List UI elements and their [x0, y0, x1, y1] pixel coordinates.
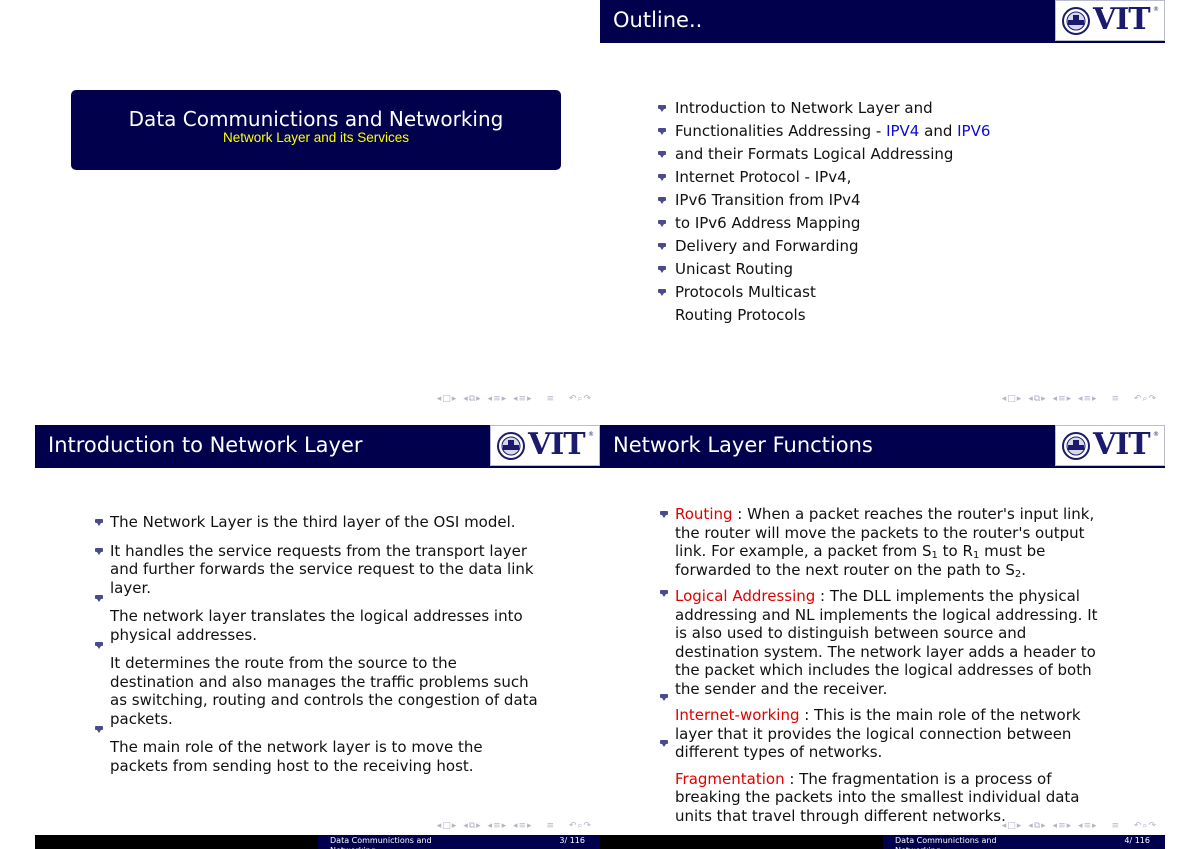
list-item: and their Formats Logical Addressing [658, 144, 990, 167]
list-item: Delivery and Forwarding [658, 236, 990, 259]
footer-title: Data Communictions and Networking [330, 836, 432, 849]
slide-3: Introduction to Network Layer VIT ® The … [35, 405, 600, 849]
toc-icon[interactable]: ≡ [546, 394, 555, 404]
slide-header: Introduction to Network Layer VIT ® [35, 425, 600, 468]
undo-search-redo-icon[interactable]: ↶⌕↷ [1134, 394, 1157, 404]
page-number: 3/ 116 [559, 836, 585, 845]
list-item: to IPv6 Address Mapping [658, 213, 990, 236]
footer: Data Communictions and Networking 3/ 116 [35, 835, 600, 849]
slide-4: Network Layer Functions VIT ® Routing : … [600, 405, 1165, 849]
title-block: Data Communictions and Networking Networ… [71, 90, 561, 170]
slide-2: Outline.. VIT ® Introduction to Network … [600, 0, 1165, 425]
logo-text: VIT [1093, 427, 1151, 462]
list-item: Functionalities Addressing - IPV4 and IP… [658, 121, 990, 144]
footer-title: Data Communictions and Networking [895, 836, 997, 849]
vit-logo: VIT ® [1055, 0, 1165, 41]
frame-nav-icon[interactable]: ◂□▸ [437, 821, 458, 831]
bullet-paragraph: Routing : When a packet reaches the rout… [660, 505, 1100, 579]
vit-seal-icon [1062, 432, 1090, 460]
bullet-icon [660, 590, 668, 597]
bullet-paragraph: It handles the service requests from the… [95, 542, 545, 598]
slide-header: Outline.. VIT ® [600, 0, 1165, 43]
page-number: 4/ 116 [1124, 836, 1150, 845]
frame-nav-icon[interactable]: ◂□▸ [437, 394, 458, 404]
section-nav-icon[interactable]: ◂≡▸ [488, 821, 508, 831]
slide-1: Data Communictions and Networking Networ… [35, 0, 600, 425]
vit-logo: VIT ® [490, 425, 600, 466]
bullet-icon [658, 151, 666, 158]
bullet-paragraph: The network layer translates the logical… [95, 595, 545, 644]
section-nav-icon[interactable]: ◂≡▸ [1053, 394, 1073, 404]
beamer-nav-bar: ◂□▸ ◂⧉▸ ◂≡▸ ◂≡▸ ≡ ↶⌕↷ [435, 821, 592, 831]
bullet-paragraph: The Network Layer is the third layer of … [95, 513, 545, 532]
bullet-icon [658, 243, 666, 250]
toc-icon[interactable]: ≡ [546, 821, 555, 831]
slide-nav-icon[interactable]: ◂≡▸ [1078, 394, 1098, 404]
subsection-nav-icon[interactable]: ◂⧉▸ [463, 394, 481, 404]
list-item: Protocols Multicast [658, 282, 990, 305]
bullet-icon [658, 174, 666, 181]
bullet-icon [95, 519, 103, 526]
bullet-icon [658, 266, 666, 273]
undo-search-redo-icon[interactable]: ↶⌕↷ [569, 394, 592, 404]
bullet-paragraph: It determines the route from the source … [95, 642, 545, 728]
beamer-nav-bar: ◂□▸ ◂⧉▸ ◂≡▸ ◂≡▸ ≡ ↶⌕↷ [1000, 394, 1157, 404]
subsection-nav-icon[interactable]: ◂⧉▸ [463, 821, 481, 831]
slide-nav-icon[interactable]: ◂≡▸ [513, 394, 533, 404]
undo-search-redo-icon[interactable]: ↶⌕↷ [1134, 821, 1157, 831]
beamer-nav-bar: ◂□▸ ◂⧉▸ ◂≡▸ ◂≡▸ ≡ ↶⌕↷ [435, 394, 592, 404]
list-item: IPv6 Transition from IPv4 [658, 190, 990, 213]
undo-search-redo-icon[interactable]: ↶⌕↷ [569, 821, 592, 831]
toc-icon[interactable]: ≡ [1111, 394, 1120, 404]
list-item: Routing Protocols [675, 306, 806, 324]
presentation-subtitle: Network Layer and its Services [222, 130, 410, 145]
bullet-paragraph: Internet-working : This is the main role… [660, 694, 1100, 762]
frame-nav-icon[interactable]: ◂□▸ [1002, 394, 1023, 404]
bullet-paragraph: Fragmentation : The fragmentation is a p… [660, 739, 1100, 826]
footer: Data Communictions and Networking 4/ 116 [600, 835, 1165, 849]
bullet-icon [95, 547, 103, 555]
bullet-paragraph: The main role of the network layer is to… [95, 726, 545, 775]
vit-logo: VIT ® [1055, 425, 1165, 466]
logo-text: VIT [1093, 2, 1151, 37]
slide-nav-icon[interactable]: ◂≡▸ [1078, 821, 1098, 831]
vit-seal-icon [1062, 7, 1090, 35]
list-item: Unicast Routing [658, 259, 990, 282]
bullet-icon [95, 595, 103, 602]
beamer-nav-bar: ◂□▸ ◂⧉▸ ◂≡▸ ◂≡▸ ≡ ↶⌕↷ [1000, 821, 1157, 831]
slide-body: Routing : When a packet reaches the rout… [660, 505, 1100, 825]
section-nav-icon[interactable]: ◂≡▸ [488, 394, 508, 404]
bullet-icon [660, 694, 668, 701]
subsection-nav-icon[interactable]: ◂⧉▸ [1028, 821, 1046, 831]
slide-nav-icon[interactable]: ◂≡▸ [513, 821, 533, 831]
bullet-icon [660, 739, 668, 747]
bullet-icon [658, 105, 666, 112]
presentation-title: Data Communictions and Networking [128, 107, 504, 131]
logo-text: VIT [528, 427, 586, 462]
frame-nav-icon[interactable]: ◂□▸ [1002, 821, 1023, 831]
bullet-icon [658, 197, 666, 204]
toc-icon[interactable]: ≡ [1111, 821, 1120, 831]
bullet-icon [95, 726, 103, 733]
bullet-paragraph: Logical Addressing : The DLL implements … [660, 587, 1100, 698]
outline-list: Introduction to Network Layer and Functi… [658, 98, 990, 328]
slide-title: Network Layer Functions [613, 433, 873, 457]
slide-body: The Network Layer is the third layer of … [95, 513, 545, 775]
bullet-icon [658, 220, 666, 227]
list-item: Introduction to Network Layer and [658, 98, 990, 121]
subsection-nav-icon[interactable]: ◂⧉▸ [1028, 394, 1046, 404]
bullet-icon [95, 642, 103, 649]
bullet-icon [658, 128, 666, 135]
slide-header: Network Layer Functions VIT ® [600, 425, 1165, 468]
slide-title: Introduction to Network Layer [48, 433, 363, 457]
bullet-icon [658, 289, 666, 296]
vit-seal-icon [497, 432, 525, 460]
slide-title: Outline.. [613, 8, 703, 32]
bullet-icon [660, 511, 668, 518]
section-nav-icon[interactable]: ◂≡▸ [1053, 821, 1073, 831]
list-item: Internet Protocol - IPv4, [658, 167, 990, 190]
